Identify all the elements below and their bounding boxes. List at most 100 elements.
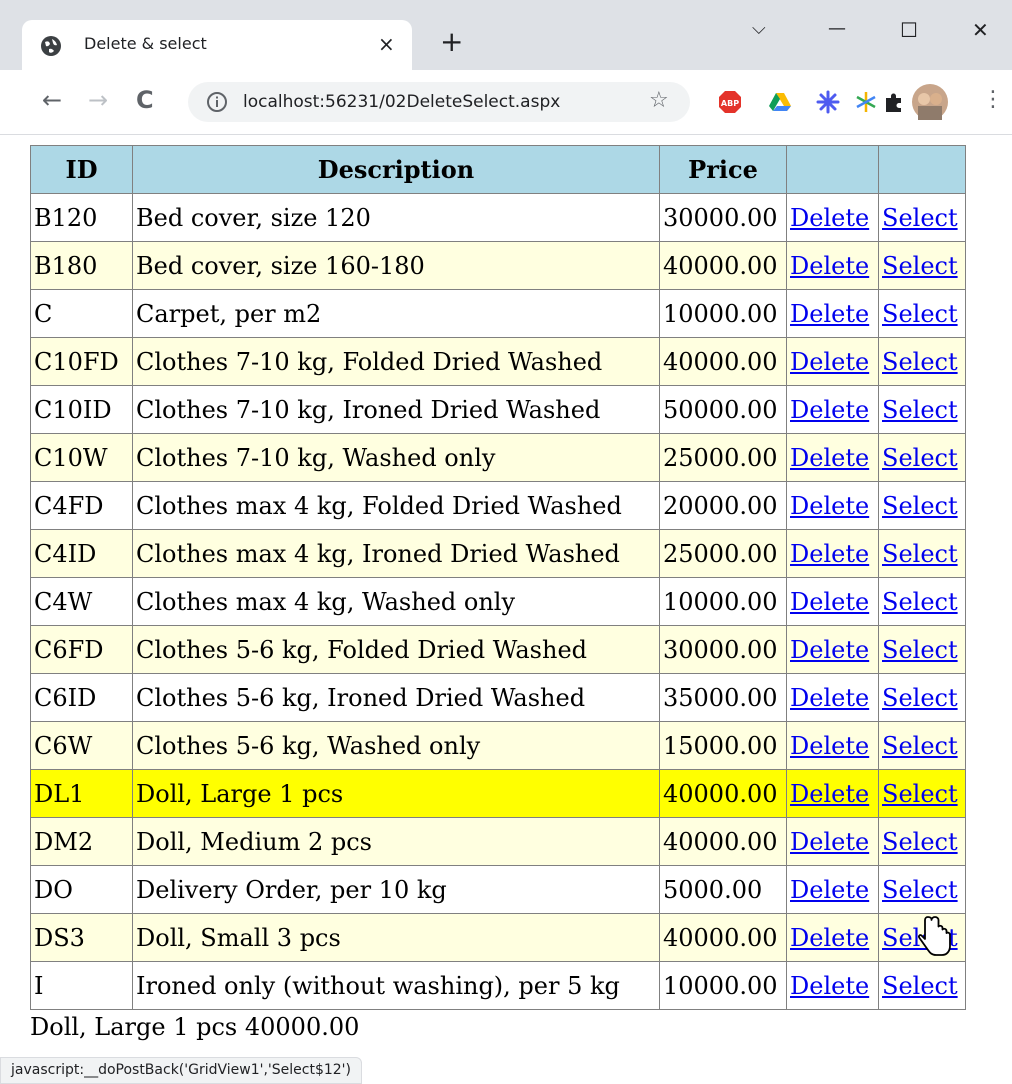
table-row: C Carpet, per m2 10000.00 Delete Select — [30, 289, 966, 338]
extensions-puzzle-icon[interactable] — [882, 90, 906, 114]
row-price-cell: 25000.00 — [659, 433, 787, 482]
delete-link[interactable]: Delete — [790, 444, 869, 472]
close-window-button[interactable]: ✕ — [972, 18, 989, 42]
back-button[interactable]: ← — [42, 88, 62, 112]
select-link[interactable]: Select — [882, 876, 958, 904]
select-link-cell: Select — [878, 961, 966, 1010]
select-link-cell: Select — [878, 577, 966, 626]
delete-link[interactable]: Delete — [790, 300, 869, 328]
delete-link[interactable]: Delete — [790, 348, 869, 376]
address-bar[interactable]: localhost:56231/02DeleteSelect.aspx ☆ — [188, 82, 690, 122]
select-link-cell: Select — [878, 529, 966, 578]
tab-search-dropdown-icon[interactable]: ⌵ — [752, 18, 766, 39]
select-link-cell: Select — [878, 673, 966, 722]
info-icon[interactable] — [206, 91, 228, 113]
tab-close-button[interactable]: × — [378, 32, 395, 56]
delete-link[interactable]: Delete — [790, 876, 869, 904]
select-link[interactable]: Select — [882, 396, 958, 424]
table-row: C6W Clothes 5-6 kg, Washed only 15000.00 De… — [30, 721, 966, 770]
table-row: C10W Clothes 7-10 kg, Washed only 25000.00… — [30, 433, 966, 482]
select-link[interactable]: Select — [882, 540, 958, 568]
extension-asterisk-icon[interactable] — [816, 90, 840, 114]
row-price-cell: 10000.00 — [659, 577, 787, 626]
select-link[interactable]: Select — [882, 780, 958, 808]
row-description-cell: Clothes 5-6 kg, Washed only — [132, 721, 660, 770]
delete-link-cell: Delete — [786, 433, 879, 482]
table-row: C4W Clothes max 4 kg, Washed only 10000.00… — [30, 577, 966, 626]
select-link[interactable]: Select — [882, 588, 958, 616]
row-id-cell: DO — [30, 865, 133, 914]
delete-link[interactable]: Delete — [790, 252, 869, 280]
row-description-cell: Carpet, per m2 — [132, 289, 660, 338]
bookmark-star-icon[interactable]: ☆ — [649, 88, 669, 113]
row-id-cell: C6FD — [30, 625, 133, 674]
select-link[interactable]: Select — [882, 492, 958, 520]
browser-menu-icon[interactable]: ⋮ — [982, 88, 1004, 112]
table-row: B120 Bed cover, size 120 30000.00 Delete Sel… — [30, 193, 966, 242]
select-link[interactable]: Select — [882, 636, 958, 664]
delete-link[interactable]: Delete — [790, 588, 869, 616]
delete-link[interactable]: Delete — [790, 396, 869, 424]
maximize-button[interactable]: ☐ — [900, 18, 918, 42]
row-price-cell: 35000.00 — [659, 673, 787, 722]
select-link[interactable]: Select — [882, 444, 958, 472]
minimize-button[interactable]: — — [828, 18, 846, 39]
delete-link-cell: Delete — [786, 193, 879, 242]
row-description-cell: Clothes 7-10 kg, Washed only — [132, 433, 660, 482]
select-link[interactable]: Select — [882, 348, 958, 376]
row-description-cell: Bed cover, size 160-180 — [132, 241, 660, 290]
table-row: DO Delivery Order, per 10 kg 5000.00 Delete… — [30, 865, 966, 914]
select-link[interactable]: Select — [882, 828, 958, 856]
table-header-row: ID Description Price — [30, 145, 966, 194]
select-link[interactable]: Select — [882, 204, 958, 232]
profile-avatar[interactable] — [912, 84, 948, 120]
delete-link[interactable]: Delete — [790, 204, 869, 232]
table-row: C6FD Clothes 5-6 kg, Folded Dried Washed 3… — [30, 625, 966, 674]
delete-link-cell: Delete — [786, 577, 879, 626]
row-price-cell: 25000.00 — [659, 529, 787, 578]
row-id-cell: C10FD — [30, 337, 133, 386]
globe-icon — [41, 36, 61, 56]
select-link[interactable]: Select — [882, 972, 958, 1000]
table-row: C10ID Clothes 7-10 kg, Ironed Dried Washe… — [30, 385, 966, 434]
new-tab-button[interactable]: + — [440, 28, 463, 56]
delete-link[interactable]: Delete — [790, 492, 869, 520]
url-text[interactable]: localhost:56231/02DeleteSelect.aspx — [243, 92, 560, 112]
delete-link[interactable]: Delete — [790, 540, 869, 568]
select-link[interactable]: Select — [882, 732, 958, 760]
table-row: B180 Bed cover, size 160-180 40000.00 Delet… — [30, 241, 966, 290]
row-description-cell: Doll, Medium 2 pcs — [132, 817, 660, 866]
table-row: C6ID Clothes 5-6 kg, Ironed Dried Washed 3… — [30, 673, 966, 722]
google-drive-icon[interactable] — [768, 90, 792, 114]
delete-link[interactable]: Delete — [790, 828, 869, 856]
row-id-cell: DS3 — [30, 913, 133, 962]
adblock-plus-icon[interactable]: ABP — [718, 90, 742, 114]
table-row: I Ironed only (without washing), per 5 kg… — [30, 961, 966, 1010]
row-price-cell: 20000.00 — [659, 481, 787, 530]
browser-tab[interactable]: Delete & select × — [22, 20, 412, 72]
delete-link[interactable]: Delete — [790, 684, 869, 712]
table-body: B120 Bed cover, size 120 30000.00 Delete Sel… — [30, 193, 966, 1010]
column-header-delete — [786, 145, 879, 194]
delete-link[interactable]: Delete — [790, 780, 869, 808]
select-link-cell: Select — [878, 865, 966, 914]
row-price-cell: 40000.00 — [659, 241, 787, 290]
snowflake-extension-icon[interactable] — [854, 90, 878, 114]
row-price-cell: 40000.00 — [659, 337, 787, 386]
column-header-description: Description — [132, 145, 660, 194]
browser-toolbar: ← → C localhost:56231/02DeleteSelect.asp… — [0, 70, 1012, 135]
select-link[interactable]: Select — [882, 252, 958, 280]
row-description-cell: Clothes max 4 kg, Ironed Dried Washed — [132, 529, 660, 578]
delete-link-cell: Delete — [786, 865, 879, 914]
reload-button[interactable]: C — [136, 88, 154, 112]
hand-pointer-cursor-icon — [918, 916, 951, 956]
select-link[interactable]: Select — [882, 684, 958, 712]
row-description-cell: Doll, Small 3 pcs — [132, 913, 660, 962]
select-link[interactable]: Select — [882, 300, 958, 328]
forward-button[interactable]: → — [88, 88, 108, 112]
delete-link[interactable]: Delete — [790, 972, 869, 1000]
table-row: C4ID Clothes max 4 kg, Ironed Dried Washe… — [30, 529, 966, 578]
delete-link[interactable]: Delete — [790, 636, 869, 664]
delete-link[interactable]: Delete — [790, 732, 869, 760]
delete-link[interactable]: Delete — [790, 924, 869, 952]
